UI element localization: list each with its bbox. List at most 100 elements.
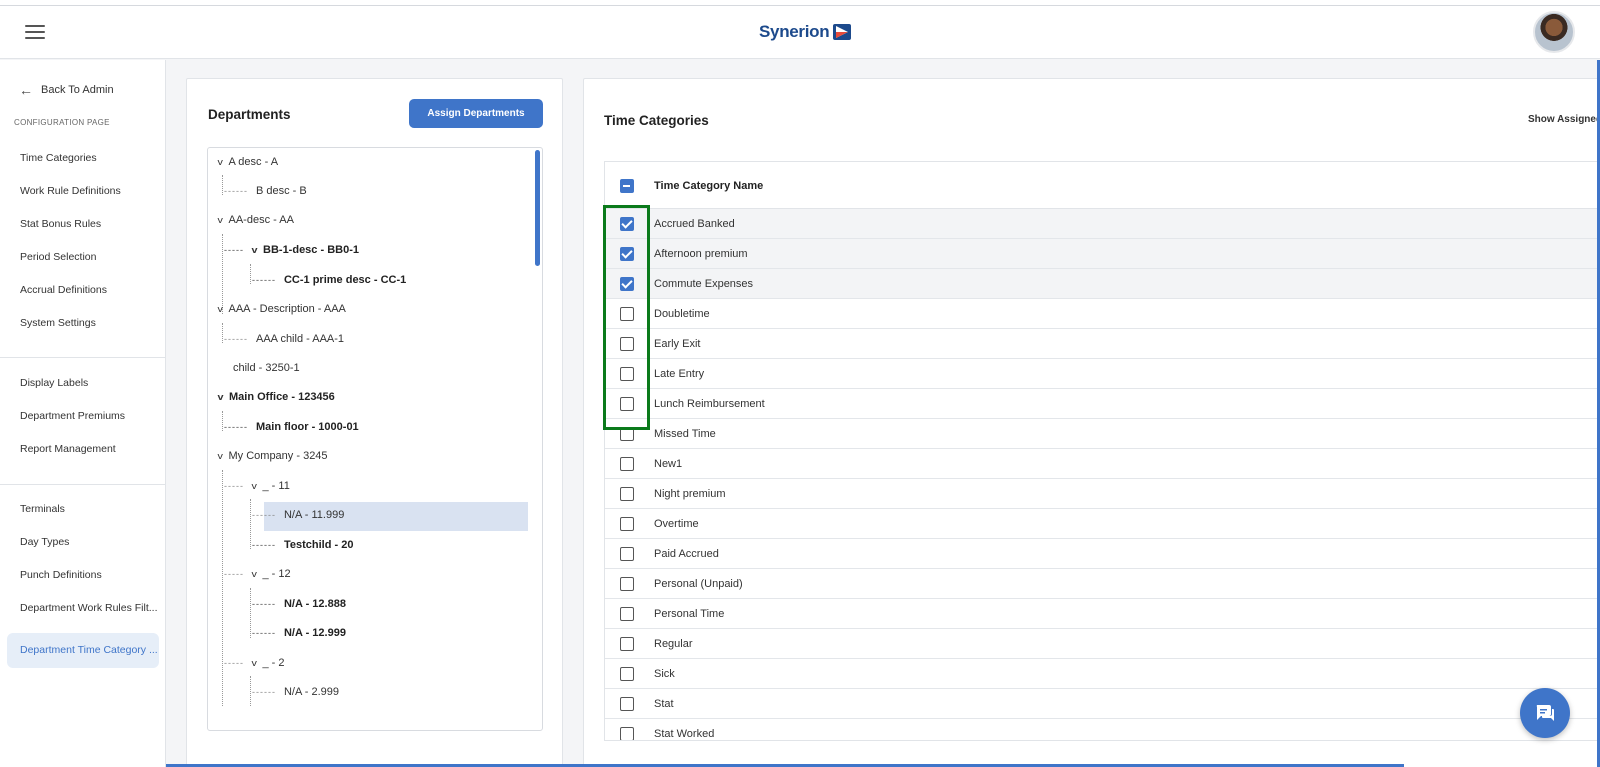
table-row[interactable]: Sick <box>605 659 1600 689</box>
tree-node[interactable]: v Main Office - 123456 <box>217 391 334 403</box>
table-row[interactable]: Commute Expenses <box>605 269 1600 299</box>
logo-text: Synerion <box>759 22 830 41</box>
arrow-left-icon: ← <box>19 82 33 98</box>
tree-node[interactable]: v AAA - Description - AAA <box>218 303 346 315</box>
tree-node[interactable]: ------ CC-1 prime desc - CC-1 <box>252 274 406 286</box>
table-row[interactable]: Personal (Unpaid) <box>605 569 1600 599</box>
sidebar-item-display-labels[interactable]: Display Labels <box>20 377 88 389</box>
column-header-name: Time Category Name <box>654 180 764 192</box>
row-checkbox[interactable] <box>620 517 634 531</box>
sidebar-item-punch-definitions[interactable]: Punch Definitions <box>20 569 102 581</box>
tree-node[interactable]: ------ B desc - B <box>224 185 307 197</box>
tree-node[interactable]: vA desc - A <box>218 156 278 168</box>
chat-button[interactable] <box>1520 688 1570 738</box>
chevron-down-icon[interactable]: v <box>218 157 223 167</box>
row-checkbox[interactable] <box>620 667 634 681</box>
sidebar-item-terminals[interactable]: Terminals <box>20 503 65 515</box>
table-row[interactable]: Stat <box>605 689 1600 719</box>
time-categories-title: Time Categories <box>604 113 709 128</box>
tree-node[interactable]: ----- v _ - 12 <box>224 568 291 580</box>
back-to-admin-link[interactable]: ← Back To Admin <box>19 82 114 98</box>
show-assigned-toggle[interactable]: Show Assigned <box>1528 114 1600 125</box>
tree-node[interactable]: ------ N/A - 12.888 <box>252 598 346 610</box>
time-category-name: Regular <box>654 638 693 650</box>
select-all-checkbox[interactable] <box>620 179 634 193</box>
row-checkbox[interactable] <box>620 577 634 591</box>
tree-node[interactable]: v AA-desc - AA <box>218 214 294 226</box>
tree-node[interactable]: ------ N/A - 12.999 <box>252 627 346 639</box>
row-checkbox[interactable] <box>620 637 634 651</box>
chevron-down-icon[interactable]: v <box>217 392 223 402</box>
table-row[interactable]: Stat Worked <box>605 719 1600 740</box>
row-checkbox[interactable] <box>620 607 634 621</box>
table-row[interactable]: Early Exit <box>605 329 1600 359</box>
time-category-name: Accrued Banked <box>654 218 735 230</box>
table-row[interactable]: Night premium <box>605 479 1600 509</box>
sidebar-item-work-rule-definitions[interactable]: Work Rule Definitions <box>20 185 121 197</box>
time-category-name: New1 <box>654 458 683 470</box>
row-checkbox[interactable] <box>620 727 634 740</box>
time-category-name: Personal Time <box>654 608 725 620</box>
sidebar-item-day-types[interactable]: Day Types <box>20 536 69 548</box>
time-category-name: Early Exit <box>654 338 701 350</box>
table-row[interactable]: Regular <box>605 629 1600 659</box>
tree-scrollbar[interactable] <box>535 150 540 266</box>
sidebar-divider <box>0 357 165 358</box>
back-label: Back To Admin <box>41 84 114 96</box>
row-checkbox[interactable] <box>620 487 634 501</box>
user-avatar[interactable] <box>1533 11 1575 53</box>
tree-node[interactable]: ----- v _ - 11 <box>224 480 290 492</box>
chevron-down-icon[interactable]: v <box>252 658 257 668</box>
tree-node[interactable]: ------ AAA child - AAA-1 <box>224 333 344 345</box>
time-category-name: Afternoon premium <box>654 248 748 260</box>
sidebar-item-department-time-category[interactable]: Department Time Category ... <box>20 644 158 656</box>
tree-node[interactable]: ------ Main floor - 1000-01 <box>224 421 359 433</box>
table-row[interactable]: Accrued Banked <box>605 209 1600 239</box>
tree-node[interactable]: ------ Testchild - 20 <box>252 539 353 551</box>
sidebar-item-department-work-rules-filter[interactable]: Department Work Rules Filt... <box>20 602 158 614</box>
sidebar-item-accrual-definitions[interactable]: Accrual Definitions <box>20 284 107 296</box>
chat-bubble-icon <box>1536 705 1554 721</box>
table-row[interactable]: Lunch Reimbursement <box>605 389 1600 419</box>
sidebar-item-time-categories[interactable]: Time Categories <box>20 152 97 164</box>
synerion-logo: Synerion <box>759 20 852 44</box>
table-row[interactable]: Paid Accrued <box>605 539 1600 569</box>
tree-node[interactable]: ----- v BB-1-desc - BB0-1 <box>224 244 359 256</box>
logo-mark-icon <box>833 24 852 40</box>
row-checkbox[interactable] <box>620 547 634 561</box>
chevron-down-icon[interactable]: v <box>251 245 257 255</box>
sidebar-item-department-premiums[interactable]: Department Premiums <box>20 410 125 422</box>
table-row[interactable]: Missed Time <box>605 419 1600 449</box>
sidebar-item-system-settings[interactable]: System Settings <box>20 317 96 329</box>
time-category-name: Paid Accrued <box>654 548 719 560</box>
hamburger-icon[interactable] <box>25 25 45 39</box>
department-tree: vA desc - A ------ B desc - B v AA-desc - … <box>207 147 543 731</box>
chevron-down-icon[interactable]: v <box>252 569 257 579</box>
chevron-down-icon[interactable]: v <box>218 304 223 314</box>
tree-node-selected[interactable]: ------ N/A - 11.999 <box>252 509 344 521</box>
table-row[interactable]: New1 <box>605 449 1600 479</box>
table-row[interactable]: Personal Time <box>605 599 1600 629</box>
assign-departments-button[interactable]: Assign Departments <box>409 99 543 128</box>
row-checkbox[interactable] <box>620 697 634 711</box>
departments-panel: Departments Assign Departments vA desc -… <box>186 78 563 767</box>
tree-node[interactable]: child - 3250-1 <box>233 362 300 374</box>
chevron-down-icon[interactable]: v <box>252 481 257 491</box>
tree-node[interactable]: v My Company - 3245 <box>218 450 328 462</box>
table-row[interactable]: Afternoon premium <box>605 239 1600 269</box>
chevron-down-icon[interactable]: v <box>218 451 223 461</box>
time-category-name: Night premium <box>654 488 726 500</box>
tree-node[interactable]: ----- v _ - 2 <box>224 657 285 669</box>
table-row[interactable]: Overtime <box>605 509 1600 539</box>
row-checkbox[interactable] <box>620 457 634 471</box>
sidebar-item-report-management[interactable]: Report Management <box>20 443 116 455</box>
chevron-down-icon[interactable]: v <box>218 215 223 225</box>
table-row[interactable]: Late Entry <box>605 359 1600 389</box>
time-category-name: Stat <box>654 698 674 710</box>
time-category-name: Late Entry <box>654 368 705 380</box>
sidebar-item-stat-bonus-rules[interactable]: Stat Bonus Rules <box>20 218 101 230</box>
sidebar-item-period-selection[interactable]: Period Selection <box>20 251 96 263</box>
tree-node[interactable]: ------ N/A - 2.999 <box>252 686 339 698</box>
sidebar-divider <box>0 484 165 485</box>
table-row[interactable]: Doubletime <box>605 299 1600 329</box>
